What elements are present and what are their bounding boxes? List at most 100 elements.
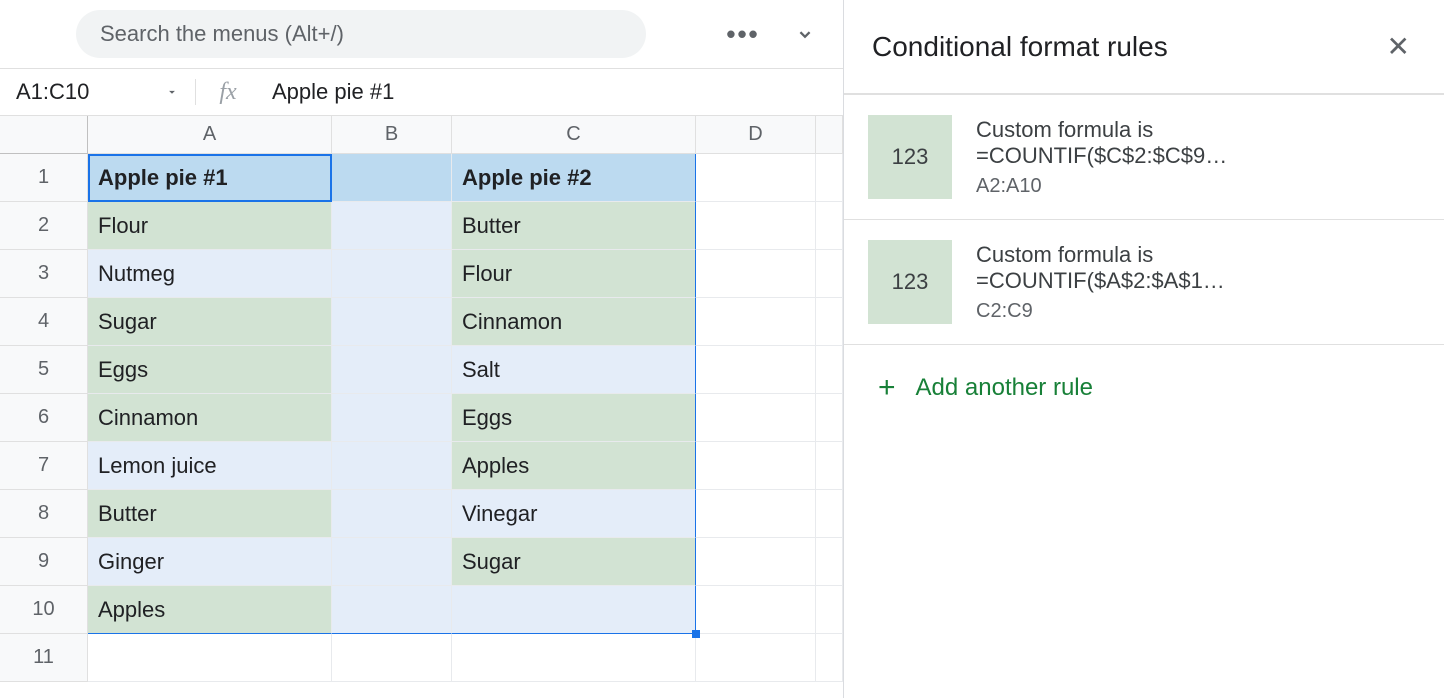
cell[interactable]	[452, 634, 696, 682]
cell[interactable]: Flour	[452, 250, 696, 298]
rule-preview-swatch: 123	[868, 240, 952, 324]
cell[interactable]	[332, 442, 452, 490]
cell[interactable]: Salt	[452, 346, 696, 394]
cell[interactable]: Butter	[452, 202, 696, 250]
conditional-format-sidebar: Conditional format rules ✕ 123 Custom for…	[844, 0, 1444, 698]
cell[interactable]: Vinegar	[452, 490, 696, 538]
plus-icon: +	[878, 371, 896, 405]
cell[interactable]	[696, 298, 816, 346]
cell[interactable]	[696, 346, 816, 394]
row-header[interactable]: 7	[0, 442, 88, 490]
cell[interactable]: Flour	[88, 202, 332, 250]
cell[interactable]	[696, 202, 816, 250]
rule-condition-label: Custom formula is	[976, 117, 1420, 143]
chevron-down-icon	[794, 23, 816, 45]
cell[interactable]	[332, 250, 452, 298]
cell[interactable]	[332, 298, 452, 346]
cell[interactable]	[696, 250, 816, 298]
close-icon[interactable]: ✕	[1381, 24, 1416, 69]
cell[interactable]	[452, 586, 696, 634]
cell[interactable]: Apple pie #1	[88, 154, 332, 202]
cell-blank[interactable]	[816, 394, 843, 442]
cell[interactable]	[332, 154, 452, 202]
column-header-blank	[816, 116, 843, 154]
more-icon[interactable]: •••	[721, 12, 765, 56]
rule-range: A2:A10	[976, 175, 1420, 198]
column-header[interactable]: D	[696, 116, 816, 154]
cell-blank[interactable]	[816, 346, 843, 394]
cell[interactable]: Eggs	[452, 394, 696, 442]
cell[interactable]	[696, 490, 816, 538]
cell[interactable]: Cinnamon	[452, 298, 696, 346]
name-box[interactable]: A1:C10	[0, 79, 196, 105]
add-rule-button[interactable]: + Add another rule	[844, 345, 1444, 431]
cell[interactable]: Sugar	[452, 538, 696, 586]
row-header[interactable]: 9	[0, 538, 88, 586]
add-rule-label: Add another rule	[916, 374, 1093, 402]
cell-blank[interactable]	[816, 250, 843, 298]
cell[interactable]: Apples	[88, 586, 332, 634]
format-rule[interactable]: 123 Custom formula is=COUNTIF($C$2:$C$9… A…	[844, 95, 1444, 220]
row-header[interactable]: 6	[0, 394, 88, 442]
sidebar-title: Conditional format rules	[872, 31, 1168, 63]
cell[interactable]	[332, 634, 452, 682]
cell[interactable]	[332, 394, 452, 442]
menu-search-input[interactable]: Search the menus (Alt+/)	[76, 10, 646, 58]
cell[interactable]: Lemon juice	[88, 442, 332, 490]
cell[interactable]	[332, 490, 452, 538]
dropdown-triangle-icon	[165, 85, 179, 99]
row-header[interactable]: 10	[0, 586, 88, 634]
row-header[interactable]: 2	[0, 202, 88, 250]
cell[interactable]	[696, 154, 816, 202]
cell[interactable]	[696, 394, 816, 442]
cell[interactable]	[696, 538, 816, 586]
cell-blank[interactable]	[816, 442, 843, 490]
column-header[interactable]: A	[88, 116, 332, 154]
cell[interactable]	[696, 586, 816, 634]
cell[interactable]	[696, 634, 816, 682]
cell[interactable]: Nutmeg	[88, 250, 332, 298]
column-header[interactable]: B	[332, 116, 452, 154]
cell[interactable]	[88, 634, 332, 682]
cell[interactable]: Apple pie #2	[452, 154, 696, 202]
row-header[interactable]: 5	[0, 346, 88, 394]
row-header[interactable]: 8	[0, 490, 88, 538]
cell[interactable]: Butter	[88, 490, 332, 538]
cell[interactable]: Apples	[452, 442, 696, 490]
fx-icon: fx	[196, 79, 260, 106]
cell[interactable]: Eggs	[88, 346, 332, 394]
rule-range: C2:C9	[976, 300, 1420, 323]
cell[interactable]: Sugar	[88, 298, 332, 346]
cell[interactable]: Ginger	[88, 538, 332, 586]
cell[interactable]: Cinnamon	[88, 394, 332, 442]
cell[interactable]	[696, 442, 816, 490]
column-header[interactable]: C	[452, 116, 696, 154]
rule-formula: =COUNTIF($A$2:$A$1…	[976, 268, 1286, 294]
format-rule[interactable]: 123 Custom formula is=COUNTIF($A$2:$A$1… C…	[844, 220, 1444, 345]
menu-search-placeholder: Search the menus (Alt+/)	[100, 21, 344, 47]
cell[interactable]	[332, 346, 452, 394]
cell-blank[interactable]	[816, 298, 843, 346]
select-all-corner[interactable]	[0, 116, 88, 154]
cell[interactable]	[332, 538, 452, 586]
selection-handle[interactable]	[692, 630, 700, 638]
cell-blank[interactable]	[816, 538, 843, 586]
cell-blank[interactable]	[816, 202, 843, 250]
cell[interactable]	[332, 586, 452, 634]
cell-blank[interactable]	[816, 490, 843, 538]
cell-blank[interactable]	[816, 154, 843, 202]
cell-blank[interactable]	[816, 586, 843, 634]
spreadsheet-grid[interactable]: ABCD1Apple pie #1Apple pie #22FlourButte…	[0, 116, 843, 682]
name-box-value: A1:C10	[16, 79, 89, 105]
row-header[interactable]: 3	[0, 250, 88, 298]
cell[interactable]	[332, 202, 452, 250]
row-header[interactable]: 4	[0, 298, 88, 346]
row-header[interactable]: 1	[0, 154, 88, 202]
collapse-toolbar-icon[interactable]	[783, 12, 827, 56]
rule-formula: =COUNTIF($C$2:$C$9…	[976, 143, 1286, 169]
rule-condition-label: Custom formula is	[976, 242, 1420, 268]
row-header[interactable]: 11	[0, 634, 88, 682]
rule-preview-swatch: 123	[868, 115, 952, 199]
cell-blank[interactable]	[816, 634, 843, 682]
formula-bar-input[interactable]: Apple pie #1	[260, 79, 843, 105]
